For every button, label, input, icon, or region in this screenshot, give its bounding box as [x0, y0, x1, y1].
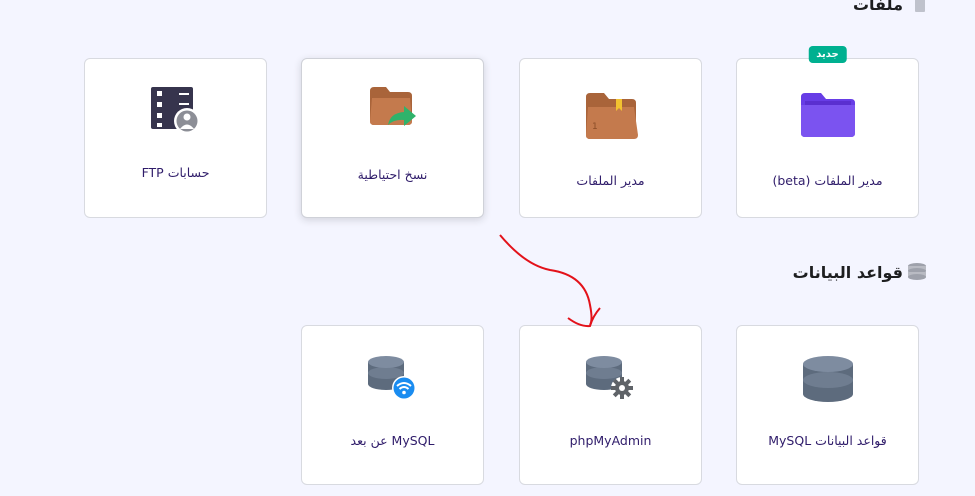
mysql-databases-card[interactable]: قواعد البيانات MySQL: [736, 325, 919, 485]
file-manager-card[interactable]: 1 مدير الملفات: [519, 58, 702, 218]
database-icon: [801, 356, 855, 408]
backups-card[interactable]: نسخ احتياطية: [301, 58, 484, 218]
file-manager-beta-card[interactable]: جديد مدير الملفات (beta): [736, 46, 919, 218]
remote-mysql-label: MySQL عن بعد: [350, 433, 435, 448]
phpmyadmin-label: phpMyAdmin: [569, 433, 652, 448]
file-manager-beta-label: مدير الملفات (beta): [772, 173, 883, 188]
database-gear-icon: [585, 356, 636, 406]
folder-share-arrow-icon: [368, 85, 418, 135]
section-title-databases: قواعد البيانات: [793, 262, 927, 282]
section-title-files: ملفات: [853, 0, 927, 14]
remote-mysql-card[interactable]: MySQL عن بعد: [301, 325, 484, 485]
backups-label: نسخ احتياطية: [357, 167, 428, 182]
section-title-databases-text: قواعد البيانات: [792, 262, 903, 282]
database-wifi-icon: [367, 356, 418, 406]
red-arrow-annotation: [499, 234, 601, 328]
svg-text:1: 1: [592, 122, 598, 132]
new-badge: جديد: [808, 46, 847, 63]
file-icon: [907, 0, 927, 14]
phpmyadmin-card[interactable]: phpMyAdmin: [519, 325, 702, 485]
ftp-server-user-icon: [150, 87, 201, 139]
ftp-accounts-label: حسابات FTP: [141, 165, 210, 180]
section-title-files-text: ملفات: [852, 0, 903, 14]
file-manager-label: مدير الملفات: [576, 173, 645, 188]
mysql-databases-label: قواعد البيانات MySQL: [768, 433, 887, 448]
ftp-accounts-card[interactable]: حسابات FTP: [84, 58, 267, 218]
brown-folder-bookmark-icon: 1: [582, 91, 640, 145]
database-stack-icon: [907, 262, 927, 282]
purple-folder-icon: [799, 89, 857, 143]
